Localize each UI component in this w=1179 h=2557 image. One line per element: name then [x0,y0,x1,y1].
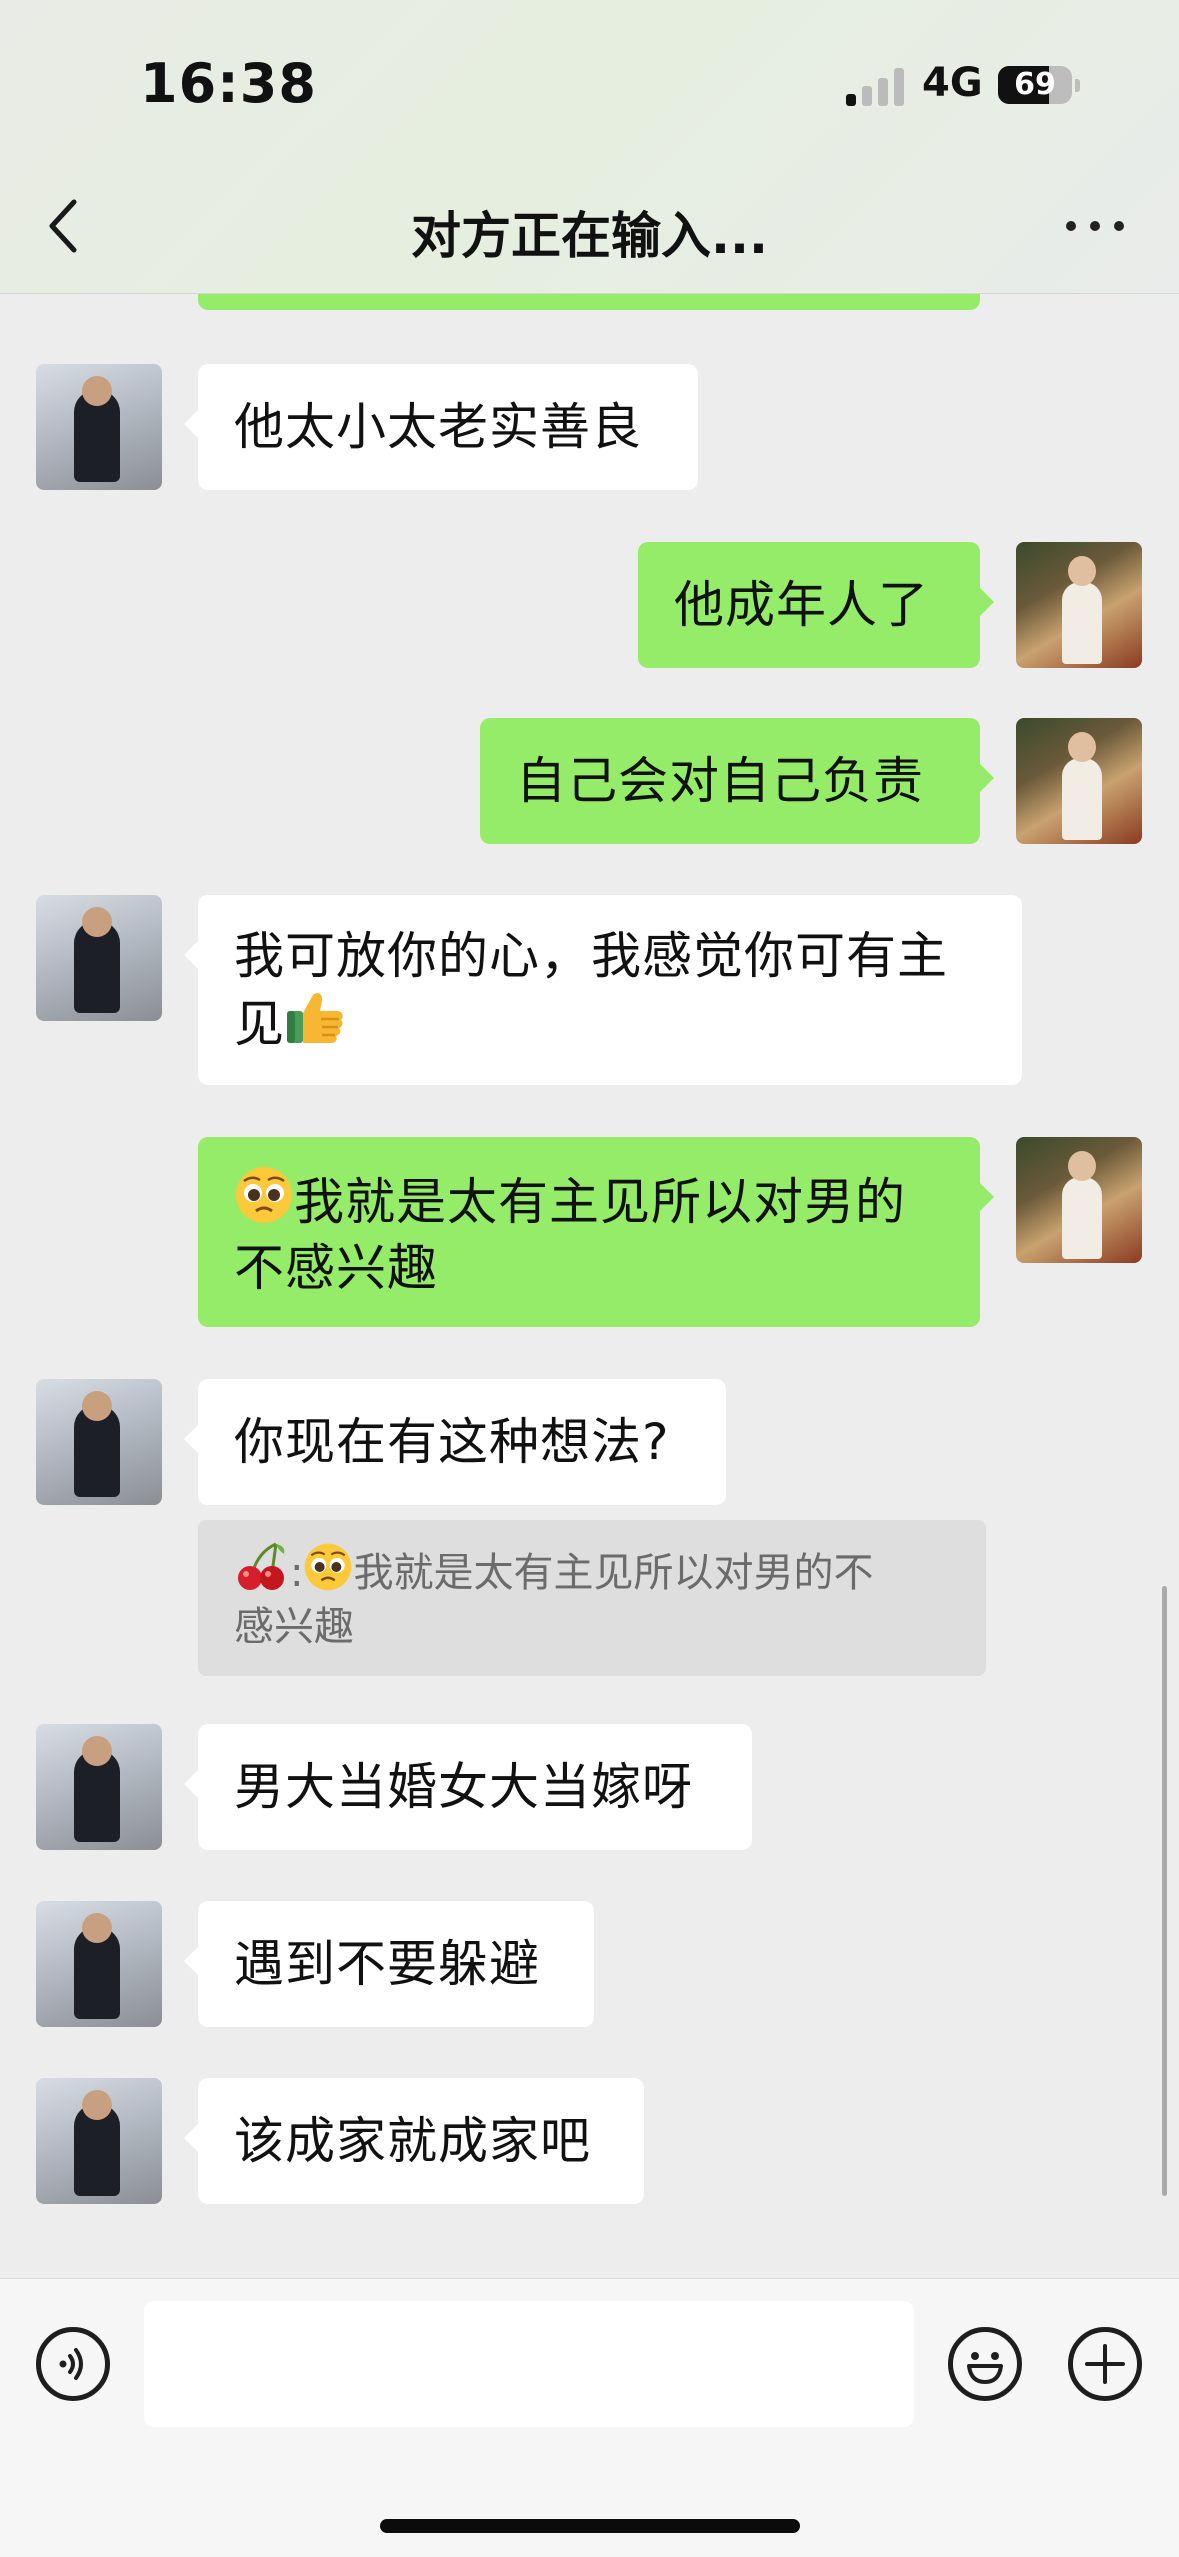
contact-avatar[interactable] [36,1379,162,1505]
battery-icon: 69 [998,66,1072,104]
my-avatar[interactable] [1016,718,1142,844]
contact-avatar[interactable] [36,895,162,1021]
home-indicator [380,2519,800,2533]
incoming-message-bubble[interactable]: 男大当婚女大当嫁呀 [184,1724,752,1850]
incoming-message-bubble[interactable]: 该成家就成家吧 [184,2078,644,2204]
quote-line-1: : 我就是太有主见所以对男的不 [234,1540,950,1600]
message-text: 他成年人了 [674,576,929,634]
emoji-button[interactable] [948,2327,1022,2401]
contact-avatar[interactable] [36,2078,162,2204]
pleading-face-emoji-icon [236,1167,292,1223]
pleading-face-emoji-icon [305,1543,352,1591]
message-line: 不感兴趣 [234,1239,438,1297]
incoming-message-bubble[interactable]: 我可放你的心，我感觉你可有主 见 [184,895,1022,1085]
message-input[interactable] [144,2301,914,2427]
incoming-message-bubble[interactable]: 他太小太老实善良 [184,364,698,490]
incoming-message-bubble[interactable]: 你现在有这种想法? [184,1379,726,1505]
message-text: 男大当婚女大当嫁呀 [234,1758,693,1816]
smiley-icon [967,2352,1003,2384]
signal-icon [846,66,906,106]
outgoing-message-bubble[interactable]: 他成年人了 [638,542,994,668]
contact-avatar[interactable] [36,1724,162,1850]
message-text: 遇到不要躲避 [234,1935,540,1993]
more-icon[interactable] [1060,200,1130,250]
message-line-text: 我就是太有主见所以对男的 [294,1173,906,1231]
cherry-emoji-icon [238,1542,285,1590]
outgoing-message-bubble[interactable]: 自己会对自己负责 [480,718,994,844]
chat-scrollbar[interactable] [1162,1586,1167,2196]
plus-icon [1085,2344,1125,2384]
thumbs-up-emoji-icon [287,993,343,1043]
quoted-message[interactable]: : 我就是太有主见所以对男的不 感兴趣 [198,1520,986,1676]
message-line-text: 见 [234,995,285,1053]
quote-line-2: 感兴趣 [234,1604,354,1650]
plus-button[interactable] [1068,2327,1142,2401]
status-time: 16:38 [140,52,317,115]
message-text: 他太小太老实善良 [234,398,642,456]
network-type: 4G [922,60,983,106]
incoming-message-bubble[interactable]: 遇到不要躲避 [184,1901,594,2027]
message-text: 自己会对自己负责 [516,752,924,810]
partial-outgoing-bubble[interactable] [198,294,980,310]
battery-tip [1075,79,1080,92]
outgoing-message-bubble[interactable]: 我就是太有主见所以对男的 不感兴趣 [198,1137,994,1327]
message-text: 该成家就成家吧 [234,2112,591,2170]
contact-avatar[interactable] [36,1901,162,2027]
quote-separator: : [290,1550,304,1596]
quote-text: 我就是太有主见所以对男的不 [353,1550,874,1596]
my-avatar[interactable] [1016,542,1142,668]
top-bar: 16:38 4G 69 对方正在输入... [0,0,1179,294]
message-line-2: 见 [234,989,986,1057]
my-avatar[interactable] [1016,1137,1142,1263]
chat-title: 对方正在输入... [411,207,768,265]
message-line-1: 我就是太有主见所以对男的 [234,1165,944,1235]
input-bar [0,2278,1179,2557]
message-line: 我可放你的心，我感觉你可有主 [234,927,948,985]
voice-button[interactable] [36,2327,110,2401]
voice-icon [59,2348,83,2380]
chat-area[interactable]: 他太小太老实善良 他成年人了 自己会对自己负责 我可放你的心，我感觉你可有主 见 [0,294,1179,2277]
message-text: 你现在有这种想法? [234,1413,670,1471]
battery-percent: 69 [1014,67,1056,102]
contact-avatar[interactable] [36,364,162,490]
